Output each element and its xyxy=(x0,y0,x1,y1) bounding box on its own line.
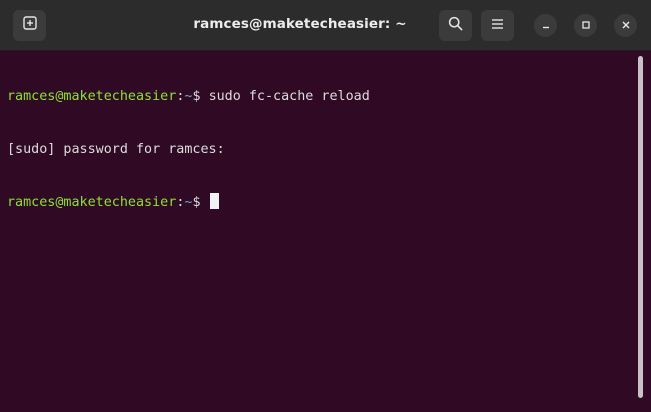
maximize-button[interactable] xyxy=(574,14,597,37)
minimize-icon xyxy=(541,17,551,35)
minimize-button[interactable] xyxy=(534,14,557,37)
maximize-icon xyxy=(581,17,591,35)
search-button[interactable] xyxy=(439,10,472,41)
prompt-user-host: ramces@maketecheasier xyxy=(7,195,177,210)
terminal-window: ramces@maketecheasier: ~ ramces@maketech… xyxy=(0,0,651,412)
new-tab-icon xyxy=(22,16,37,35)
new-tab-button[interactable] xyxy=(13,10,46,41)
terminal-line-3: ramces@maketecheasier:~$ xyxy=(7,193,370,211)
prompt-symbol: $ xyxy=(192,195,209,210)
command-text: sudo fc-cache reload xyxy=(208,89,370,104)
title-bar[interactable]: ramces@maketecheasier: ~ xyxy=(0,0,651,51)
window-title: ramces@maketecheasier: ~ xyxy=(193,16,407,32)
vertical-scrollbar[interactable] xyxy=(638,56,643,398)
search-icon xyxy=(448,16,463,36)
close-icon xyxy=(621,17,631,35)
terminal-line-1: ramces@maketecheasier:~$ sudo fc-cache r… xyxy=(7,88,370,106)
hamburger-menu-icon xyxy=(491,17,504,35)
terminal-output-area[interactable]: ramces@maketecheasier:~$ sudo fc-cache r… xyxy=(0,51,651,412)
prompt-user-host: ramces@maketecheasier xyxy=(7,89,177,104)
sudo-password-prompt: [sudo] password for ramces: xyxy=(7,141,225,157)
text-cursor xyxy=(209,193,219,209)
menu-button[interactable] xyxy=(481,10,514,41)
terminal-text: ramces@maketecheasier:~$ sudo fc-cache r… xyxy=(7,53,370,246)
prompt-symbol: $ xyxy=(192,89,209,104)
terminal-line-2: [sudo] password for ramces: xyxy=(7,141,370,159)
close-button[interactable] xyxy=(614,14,637,37)
